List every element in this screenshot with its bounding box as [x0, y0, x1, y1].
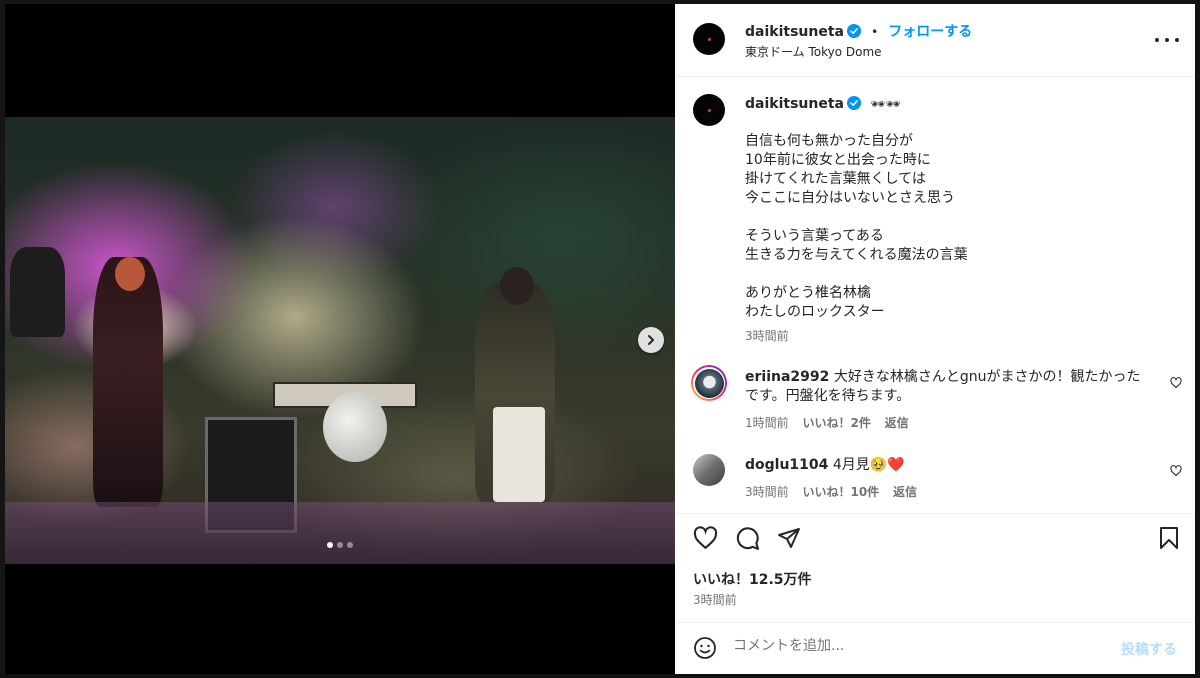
caption-username[interactable]: daikitsuneta	[745, 96, 844, 112]
follow-button[interactable]: フォローする	[888, 24, 972, 40]
caption-line: 生きる力を与えてくれる魔法の言葉	[745, 247, 968, 263]
post-comment-button[interactable]: 投稿する	[1121, 639, 1177, 659]
comment-text: です。円盤化を待ちます。	[745, 388, 911, 404]
actions-bar	[675, 513, 1195, 514]
avatar	[694, 368, 724, 398]
header-title-row: daikitsuneta • フォローする	[745, 21, 972, 41]
comment-input[interactable]	[733, 638, 1063, 654]
caption-line	[745, 208, 1165, 227]
comment-time[interactable]: 1時間前	[745, 416, 789, 430]
caption-line: ありがとう椎名林檎	[745, 285, 871, 301]
comment-bar: 投稿する	[675, 622, 1195, 675]
caption-author-row: daikitsuneta 🕶🕶	[745, 93, 901, 112]
reply-button[interactable]: 返信	[893, 485, 917, 499]
next-slide-button[interactable]	[638, 327, 664, 353]
comment-likes[interactable]: いいね！10件	[802, 485, 879, 499]
stage-floor	[5, 502, 675, 564]
caption-line: 掛けてくれた言葉無くしては	[745, 171, 926, 187]
avatar[interactable]	[693, 23, 725, 55]
singer-figure	[93, 257, 163, 507]
caption-line: 10年前に彼女と出会った時に	[745, 152, 931, 168]
comment-meta: 1時間前 いいね！2件 返信	[745, 414, 909, 431]
reply-button[interactable]: 返信	[885, 416, 909, 430]
caption-text: 自信も何も無かった自分が 10年前に彼女と出会った時に 掛けてくれた言葉無くして…	[745, 132, 1165, 322]
drummer-figure	[10, 247, 65, 337]
caption-line	[745, 265, 1165, 284]
caption-emoji: 🕶🕶	[870, 97, 901, 111]
caption-line: そういう言葉ってある	[745, 228, 884, 244]
singer-head	[115, 257, 145, 291]
comment-likes[interactable]: いいね！2件	[802, 416, 870, 430]
backdrop-right	[1195, 0, 1200, 678]
comment-icon[interactable]	[735, 526, 760, 551]
heart-icon[interactable]	[1170, 377, 1182, 389]
likes-count[interactable]: いいね！12.5万件	[693, 569, 812, 589]
carousel-dot-3	[347, 542, 353, 548]
carousel-dot-2	[337, 542, 343, 548]
comment-username[interactable]: eriina2992	[745, 369, 829, 385]
more-options-icon[interactable]	[1155, 32, 1179, 48]
heart-icon[interactable]	[693, 526, 718, 551]
caption-line: 自信も何も無かった自分が	[745, 133, 913, 149]
username-link[interactable]: daikitsuneta	[745, 24, 844, 40]
post-header: daikitsuneta • フォローする 東京ドーム Tokyo Dome	[675, 4, 1195, 77]
post-media[interactable]	[5, 4, 675, 674]
carousel-dot-1	[327, 542, 333, 548]
caption-line: 今ここに自分はいないとさえ思う	[745, 190, 955, 206]
guitarist-pants	[493, 407, 545, 502]
avatar[interactable]	[693, 454, 725, 486]
emoji-icon[interactable]	[693, 636, 717, 660]
caption-line: わたしのロックスター	[745, 304, 885, 320]
comment-text: 大好きな林檎さんとgnuがまさかの！観たかった	[833, 369, 1141, 385]
comment-username[interactable]: doglu1104	[745, 457, 828, 473]
comment-body: eriina2992 大好きな林檎さんとgnuがまさかの！観たかった です。円盤…	[745, 368, 1155, 406]
heart-icon[interactable]	[1170, 465, 1182, 477]
caption-timestamp[interactable]: 3時間前	[745, 327, 789, 344]
separator-dot: •	[871, 25, 879, 39]
send-icon[interactable]	[777, 526, 801, 550]
comment-time[interactable]: 3時間前	[745, 485, 789, 499]
post-timestamp[interactable]: 3時間前	[693, 591, 737, 608]
verified-badge-icon	[846, 96, 861, 110]
comment-text: 4月見🥹❤️	[832, 457, 905, 473]
verified-badge-icon	[846, 24, 861, 38]
comment-avatar-story-ring[interactable]	[691, 365, 727, 401]
guitarist-head	[500, 267, 534, 305]
chevron-right-icon	[648, 335, 654, 345]
location-link[interactable]: 東京ドーム Tokyo Dome	[745, 43, 882, 60]
bookmark-icon[interactable]	[1158, 526, 1180, 550]
comment-meta: 3時間前 いいね！10件 返信	[745, 483, 917, 500]
egg-chair	[323, 392, 387, 462]
caption-avatar[interactable]	[693, 94, 725, 126]
concert-photo[interactable]	[5, 117, 675, 564]
post-side-panel: daikitsuneta • フォローする 東京ドーム Tokyo Dome d…	[675, 4, 1195, 674]
comment-body: doglu1104 4月見🥹❤️	[745, 456, 905, 475]
